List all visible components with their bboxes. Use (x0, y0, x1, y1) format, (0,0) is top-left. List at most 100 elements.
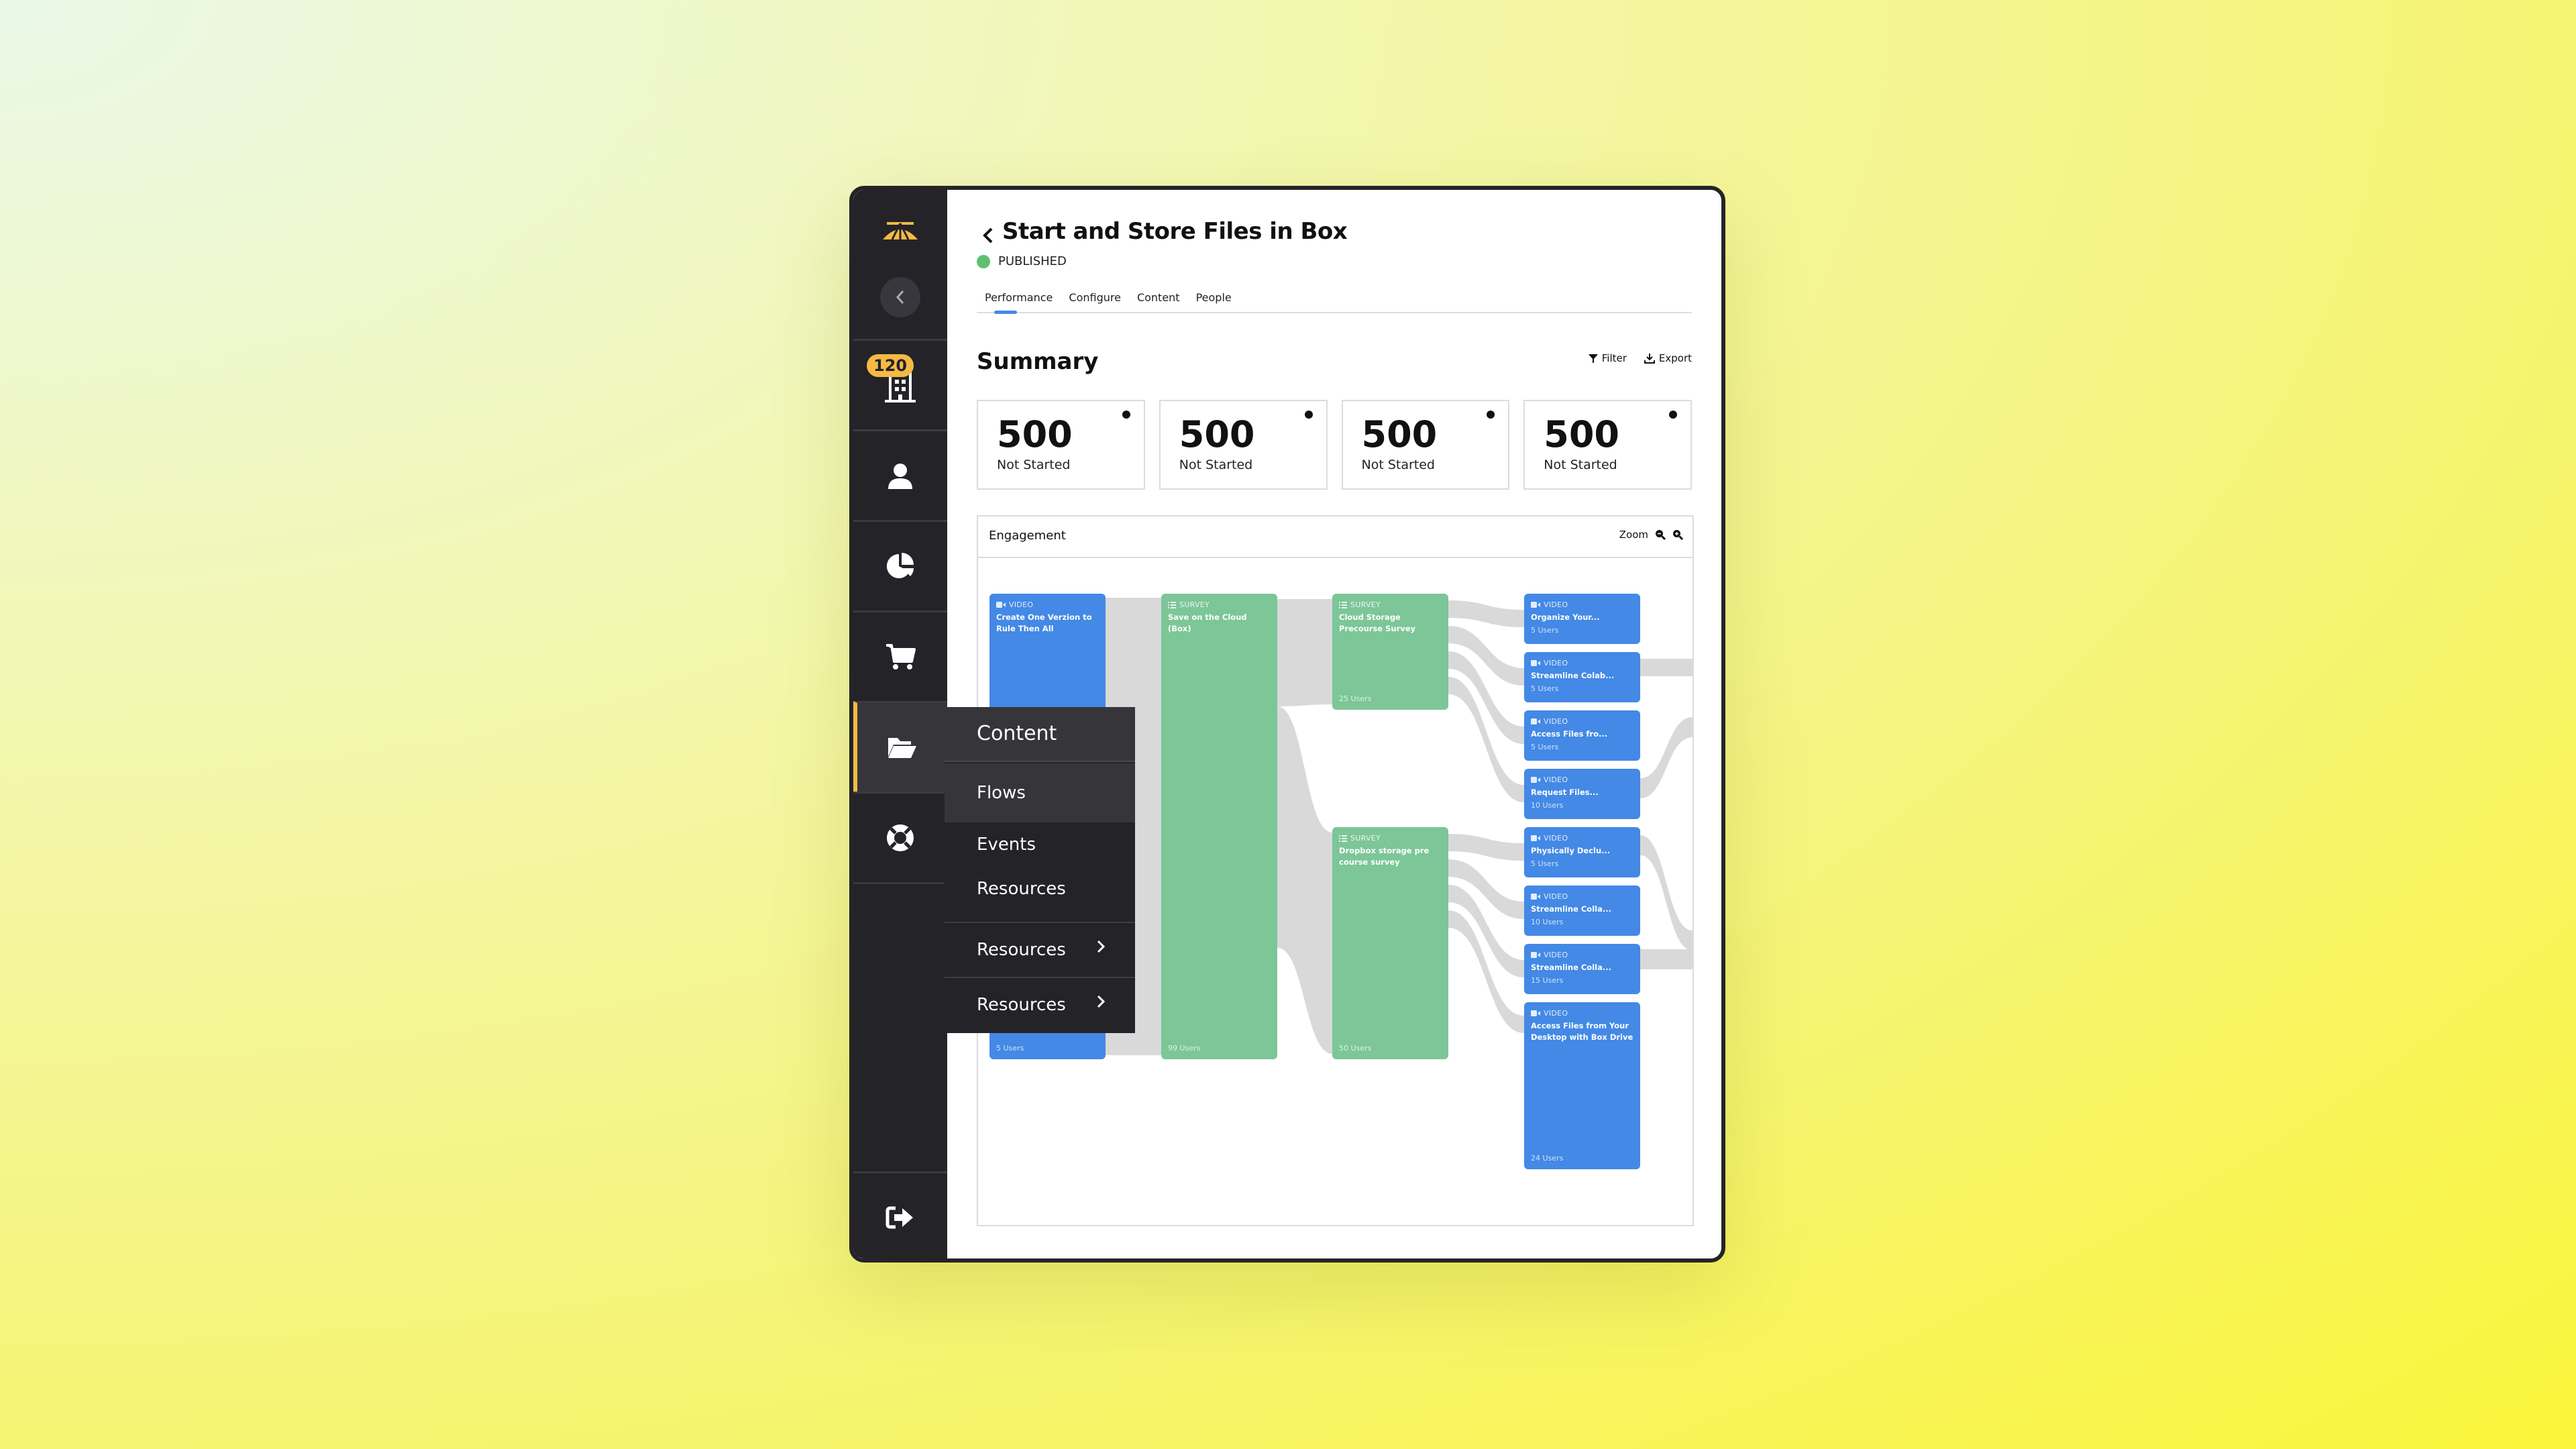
stat-value: 500 (1179, 413, 1255, 455)
node-type-label: VIDEO (1544, 717, 1568, 726)
menu-item-label: Resources (977, 995, 1066, 1015)
export-button[interactable]: Export (1644, 352, 1692, 364)
menu-item-resources-submenu[interactable]: Resources (945, 922, 1135, 977)
menu-item-label: Resources (977, 879, 1066, 899)
node-user-count: 10 Users (1531, 801, 1564, 810)
video-icon (1531, 1010, 1540, 1016)
node-title: Cloud Storage Precourse Survey (1339, 612, 1416, 634)
node-title: Access Files from Your Desktop with Box … (1531, 1021, 1633, 1042)
menu-item-flows[interactable]: Flows (945, 763, 1135, 822)
node-type: VIDEO (1531, 775, 1633, 784)
flow-node-video[interactable]: VIDEO Physically Declu... 5 Users (1524, 827, 1640, 877)
flow-node-video[interactable]: VIDEO Streamline Colla... 10 Users (1524, 885, 1640, 936)
flow-node-video[interactable]: VIDEO Streamline Colab... 5 Users (1524, 652, 1640, 702)
info-icon[interactable] (1304, 411, 1313, 419)
flow-link-outgoing (1640, 949, 1693, 969)
sidebar-item-analytics[interactable] (853, 520, 947, 610)
node-type: SURVEY (1339, 834, 1442, 843)
stat-label: Not Started (1179, 458, 1253, 472)
flyout-header: Content (945, 707, 1135, 762)
filter-icon (1588, 354, 1598, 363)
menu-item-events[interactable]: Events (945, 822, 1135, 867)
back-button[interactable] (979, 222, 996, 249)
sidebar-item-organizations[interactable]: 120 (853, 339, 947, 429)
flow-link (1448, 834, 1524, 861)
node-type: VIDEO (1531, 659, 1633, 667)
summary-actions: Filter Export (1588, 352, 1692, 364)
node-title: Organize Your... (1531, 612, 1600, 622)
node-type-label: VIDEO (1544, 600, 1568, 609)
video-icon (996, 602, 1006, 608)
node-user-count: 5 Users (1531, 743, 1559, 752)
node-user-count: 5 Users (1531, 684, 1559, 694)
list-icon (1339, 835, 1347, 842)
node-title: Physically Declu... (1531, 846, 1611, 855)
node-user-count: 25 Users (1339, 694, 1372, 703)
node-type-label: VIDEO (1544, 775, 1568, 784)
sidebar-item-users[interactable] (853, 429, 947, 520)
filter-label: Filter (1601, 352, 1627, 364)
node-type: VIDEO (996, 600, 1099, 609)
tab-configure[interactable]: Configure (1061, 289, 1129, 312)
node-user-count: 24 Users (1531, 1154, 1564, 1163)
logout-button[interactable] (853, 1171, 947, 1258)
tab-bar: Performance Configure Content People (977, 289, 1692, 314)
stat-label: Not Started (1361, 458, 1436, 472)
chevron-right-icon (1097, 940, 1106, 953)
stat-card: 500 Not Started (1523, 400, 1692, 490)
stat-label: Not Started (997, 458, 1071, 472)
notification-badge: 120 (867, 354, 914, 377)
sidebar-item-content[interactable] (853, 701, 947, 792)
video-icon (1531, 835, 1540, 841)
node-user-count: 5 Users (1531, 626, 1559, 635)
tab-people[interactable]: People (1188, 289, 1240, 312)
filter-button[interactable]: Filter (1588, 352, 1627, 364)
sidebar-item-support[interactable] (853, 792, 947, 882)
node-type-label: VIDEO (1009, 600, 1034, 609)
node-type-label: VIDEO (1544, 1009, 1568, 1018)
node-type: SURVEY (1339, 600, 1442, 609)
flow-node-survey[interactable]: SURVEY Cloud Storage Precourse Survey 25 U… (1332, 594, 1448, 710)
node-title: Request Files... (1531, 788, 1599, 797)
stat-value: 500 (1544, 413, 1619, 455)
flow-node-video[interactable]: VIDEO Access Files from Your Desktop with… (1524, 1002, 1640, 1169)
menu-item-label: Flows (977, 783, 1026, 803)
flow-node-video[interactable]: VIDEO Request Files... 10 Users (1524, 769, 1640, 819)
video-icon (1531, 718, 1540, 724)
node-type: VIDEO (1531, 600, 1633, 609)
stat-label: Not Started (1544, 458, 1617, 472)
node-user-count: 10 Users (1531, 918, 1564, 927)
info-icon[interactable] (1669, 411, 1677, 419)
info-icon[interactable] (1122, 411, 1130, 419)
folder-open-icon (888, 738, 916, 758)
stat-value: 500 (997, 413, 1073, 455)
download-icon (1644, 354, 1655, 364)
node-type: VIDEO (1531, 1009, 1633, 1018)
flow-link (1448, 600, 1524, 627)
node-type-label: VIDEO (1544, 659, 1568, 667)
tab-performance[interactable]: Performance (977, 289, 1061, 314)
flow-node-survey[interactable]: SURVEY Save on the Cloud (Box) 99 Users (1161, 594, 1277, 1059)
video-icon (1531, 894, 1540, 900)
collapse-sidebar-button[interactable] (880, 277, 920, 317)
menu-item-resources-submenu[interactable]: Resources (945, 977, 1135, 1032)
info-icon[interactable] (1487, 411, 1495, 419)
node-user-count: 50 Users (1339, 1044, 1372, 1053)
flow-node-video[interactable]: VIDEO Streamline Colla... 15 Users (1524, 944, 1640, 994)
status-badge: PUBLISHED (977, 254, 1067, 268)
parachute-logo[interactable] (853, 210, 947, 250)
tab-content[interactable]: Content (1129, 289, 1188, 312)
list-icon (1339, 601, 1347, 608)
sidebar-item-store[interactable] (853, 610, 947, 701)
flow-node-video[interactable]: VIDEO Access Files fro... 5 Users (1524, 710, 1640, 761)
stat-value: 500 (1361, 413, 1438, 455)
flow-node-video[interactable]: VIDEO Organize Your... 5 Users (1524, 594, 1640, 644)
menu-item-resources[interactable]: Resources (945, 867, 1135, 911)
flow-node-survey[interactable]: SURVEY Dropbox storage pre course survey 5… (1332, 827, 1448, 1059)
status-label: PUBLISHED (998, 254, 1067, 268)
summary-heading: Summary (977, 348, 1099, 375)
node-user-count: 99 Users (1168, 1044, 1201, 1053)
node-type: VIDEO (1531, 717, 1633, 726)
node-user-count: 15 Users (1531, 976, 1564, 985)
status-dot-icon (977, 254, 990, 268)
